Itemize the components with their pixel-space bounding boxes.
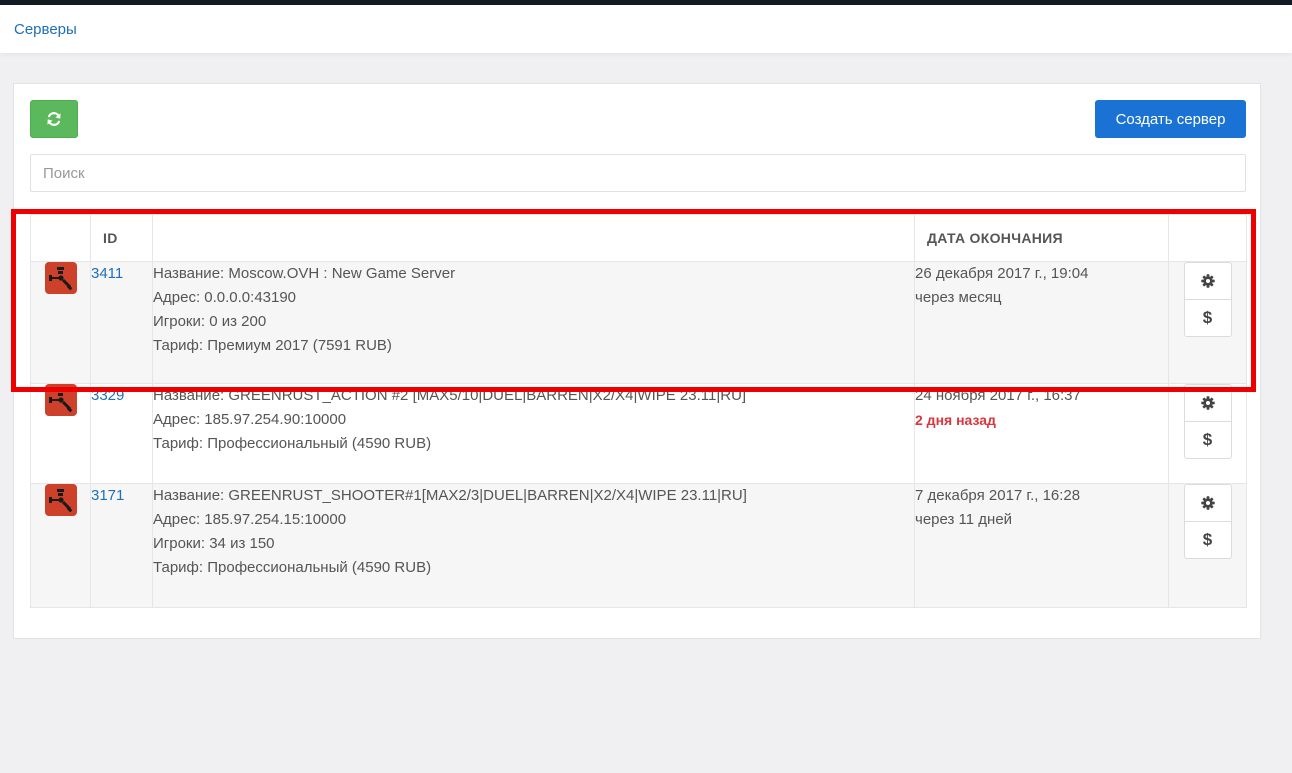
server-address: Адрес: 185.97.254.90:10000: [153, 411, 347, 428]
header-actions: [1168, 214, 1247, 262]
date-cell: 24 ноября 2017 г., 16:37 2 дня назад: [914, 383, 1169, 484]
search-input[interactable]: [30, 154, 1246, 192]
table-row: 3329 Название: GREENRUST_ACTION #2 [MAX5…: [30, 383, 1247, 484]
servers-table: ID ДАТА ОКОНЧАНИЯ 3411 Название: Moscow.…: [30, 214, 1247, 608]
server-tariff: Тариф: Профессиональный (4590 RUB): [153, 559, 432, 576]
actions-group: $: [1183, 484, 1232, 559]
rust-game-icon: [44, 262, 77, 294]
server-name: Название: GREENRUST_ACTION #2 [MAX5/10|D…: [153, 387, 747, 404]
create-server-button[interactable]: Создать сервер: [1095, 100, 1246, 138]
server-tariff: Тариф: Профессиональный (4590 RUB): [153, 435, 432, 452]
id-cell: 3411: [90, 261, 153, 384]
end-date: 7 декабря 2017 г., 16:28: [915, 487, 1081, 504]
server-name: Название: Moscow.OVH : New Game Server: [153, 265, 456, 282]
info-cell: Название: Moscow.OVH : New Game Server А…: [152, 261, 915, 384]
game-icon-cell: [30, 383, 91, 484]
server-name: Название: GREENRUST_SHOOTER#1[MAX2/3|DUE…: [153, 487, 747, 504]
end-date-relative: через 11 дней: [915, 511, 1013, 528]
gear-icon: [1200, 496, 1215, 510]
header-info: [152, 214, 915, 262]
server-tariff: Тариф: Премиум 2017 (7591 RUB): [153, 337, 392, 354]
end-date-relative: через месяц: [915, 289, 1002, 306]
header-end-date[interactable]: ДАТА ОКОНЧАНИЯ: [914, 214, 1169, 262]
server-id-link[interactable]: 3329: [91, 387, 124, 404]
server-address: Адрес: 185.97.254.15:10000: [153, 511, 347, 528]
info-cell: Название: GREENRUST_SHOOTER#1[MAX2/3|DUE…: [152, 483, 915, 608]
game-icon-cell: [30, 483, 91, 608]
page-header: Серверы: [0, 5, 1292, 53]
billing-button[interactable]: $: [1184, 299, 1231, 336]
info-cell: Название: GREENRUST_ACTION #2 [MAX5/10|D…: [152, 383, 915, 484]
billing-button[interactable]: $: [1184, 521, 1231, 558]
server-id-link[interactable]: 3171: [91, 487, 124, 504]
actions-group: $: [1183, 384, 1232, 459]
breadcrumb-servers[interactable]: Серверы: [14, 21, 77, 38]
end-date: 24 ноября 2017 г., 16:37: [915, 387, 1081, 404]
date-cell: 7 декабря 2017 г., 16:28 через 11 дней: [914, 483, 1169, 608]
game-icon-cell: [30, 261, 91, 384]
gear-icon: [1200, 396, 1215, 410]
table-row: 3171 Название: GREENRUST_SHOOTER#1[MAX2/…: [30, 483, 1247, 608]
billing-button[interactable]: $: [1184, 421, 1231, 458]
end-date: 26 декабря 2017 г., 19:04: [915, 265, 1089, 282]
dollar-icon: $: [1202, 430, 1213, 449]
server-id-link[interactable]: 3411: [91, 265, 123, 282]
actions-cell: $: [1168, 383, 1247, 484]
rust-game-icon: [44, 484, 77, 516]
date-cell: 26 декабря 2017 г., 19:04 через месяц: [914, 261, 1169, 384]
server-players: Игроки: 0 из 200: [153, 313, 267, 330]
end-date-relative-expired: 2 дня назад: [915, 412, 996, 428]
server-players: Игроки: 34 из 150: [153, 535, 275, 552]
settings-button[interactable]: [1185, 263, 1231, 299]
table-row: 3411 Название: Moscow.OVH : New Game Ser…: [30, 261, 1247, 384]
settings-button[interactable]: [1185, 385, 1231, 421]
refresh-icon: [47, 112, 61, 126]
gear-icon: [1200, 274, 1215, 288]
actions-cell: $: [1168, 483, 1247, 608]
header-icon: [30, 214, 91, 262]
id-cell: 3329: [90, 383, 153, 484]
id-cell: 3171: [90, 483, 153, 608]
table-header-row: ID ДАТА ОКОНЧАНИЯ: [30, 214, 1247, 262]
server-address: Адрес: 0.0.0.0:43190: [153, 289, 297, 306]
actions-cell: $: [1168, 261, 1247, 384]
rust-game-icon: [44, 384, 77, 416]
dollar-icon: $: [1202, 530, 1213, 549]
header-id[interactable]: ID: [90, 214, 153, 262]
dollar-icon: $: [1202, 308, 1213, 327]
actions-group: $: [1183, 262, 1232, 337]
settings-button[interactable]: [1185, 485, 1231, 521]
refresh-button[interactable]: [30, 100, 78, 138]
